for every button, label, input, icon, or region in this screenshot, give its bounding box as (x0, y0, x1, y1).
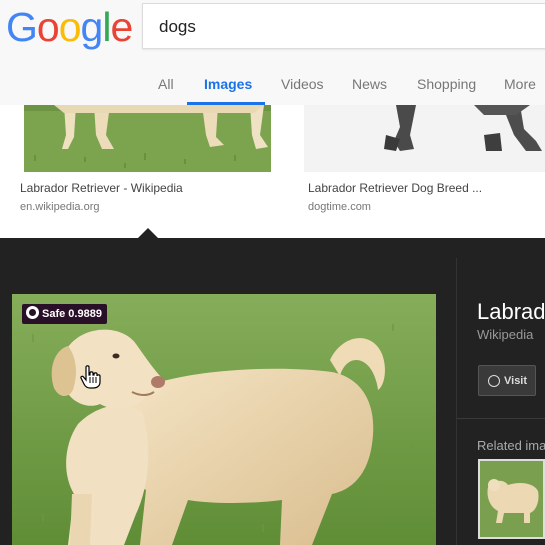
safe-shield-icon (26, 306, 39, 319)
panel-divider (456, 258, 457, 545)
logo-letter: e (110, 4, 133, 50)
panel-pointer-arrow (137, 228, 159, 239)
result-thumbnail-2[interactable] (304, 105, 545, 172)
logo-letter: l (102, 4, 111, 50)
globe-icon (488, 375, 500, 387)
tab-news[interactable]: News (352, 76, 387, 92)
logo-letter: G (6, 4, 38, 50)
tab-images[interactable]: Images (204, 76, 252, 92)
tab-videos[interactable]: Videos (281, 76, 324, 92)
search-box (142, 3, 545, 49)
tab-shopping[interactable]: Shopping (417, 76, 476, 92)
search-input[interactable] (159, 15, 539, 39)
visit-label: Visit (504, 375, 528, 387)
labrador-retriever-image (12, 294, 436, 545)
visit-button[interactable]: Visit (478, 365, 536, 396)
preview-title[interactable]: Labrad (477, 299, 545, 325)
result-title[interactable]: Labrador Retriever Dog Breed ... (308, 181, 482, 195)
google-images-page: Google All Images Videos News Shopping M… (0, 0, 545, 545)
related-labrador-image (480, 461, 543, 537)
preview-image[interactable] (12, 294, 436, 545)
tab-all[interactable]: All (158, 76, 174, 92)
result-source: en.wikipedia.org (20, 201, 100, 213)
labrador-legs-image (24, 105, 271, 172)
image-results: Labrador Retriever - Wikipedia en.wikipe… (0, 105, 545, 238)
tab-more[interactable]: More (504, 76, 536, 92)
safe-score-badge: Safe 0.9889 (22, 304, 107, 324)
safe-score-text: Safe 0.9889 (42, 308, 102, 320)
hand-cursor-icon (80, 365, 101, 389)
result-title[interactable]: Labrador Retriever - Wikipedia (20, 181, 183, 195)
section-divider (457, 418, 545, 419)
header: Google All Images Videos News Shopping M… (0, 0, 545, 105)
logo-letter: g (80, 4, 104, 50)
logo-letter: o (36, 4, 60, 50)
result-thumbnail-1[interactable] (24, 105, 271, 172)
related-image-thumbnail[interactable] (478, 459, 545, 539)
logo-letter: o (58, 4, 82, 50)
black-dog-legs-image (304, 105, 545, 172)
tab-bar: All Images Videos News Shopping More (0, 62, 545, 105)
related-images-label: Related ima (477, 438, 545, 453)
preview-source: Wikipedia (477, 327, 534, 342)
result-source: dogtime.com (308, 201, 371, 213)
google-logo[interactable]: Google (6, 4, 133, 51)
